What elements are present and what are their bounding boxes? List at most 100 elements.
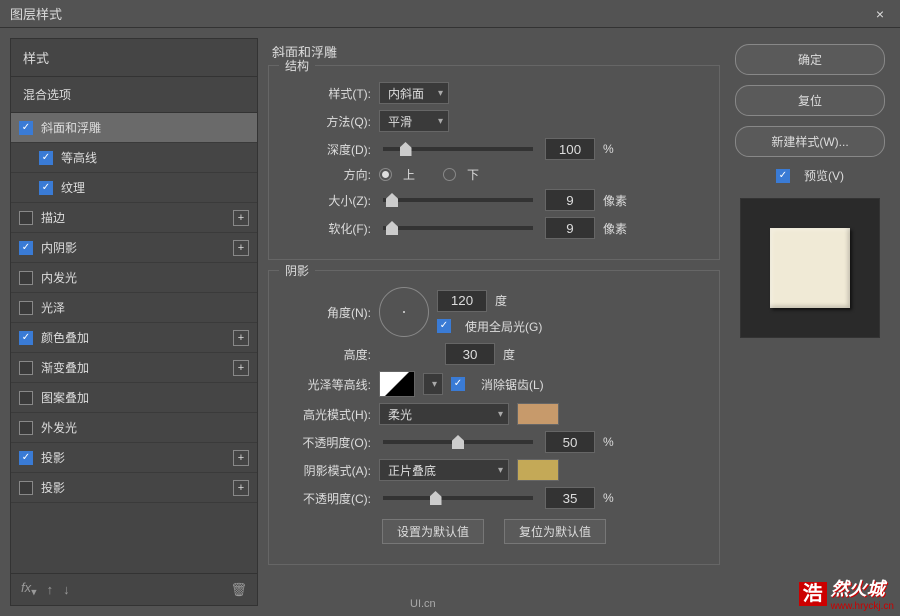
preview-checkbox[interactable]: [776, 169, 790, 183]
style-select[interactable]: 内斜面: [379, 82, 449, 104]
settings-panel: 斜面和浮雕 结构 样式(T): 内斜面 方法(Q): 平滑 深度(D): % 方…: [268, 38, 720, 606]
depth-input[interactable]: [545, 138, 595, 160]
highlight-opacity-slider[interactable]: [383, 440, 533, 444]
altitude-label: 高度:: [281, 346, 371, 363]
shading-legend: 阴影: [279, 262, 315, 279]
style-item-8[interactable]: 渐变叠加+: [11, 353, 257, 383]
style-item-label: 等高线: [61, 149, 249, 166]
altitude-input[interactable]: [445, 343, 495, 365]
ui-logo: UI.cn: [410, 598, 436, 610]
style-item-label: 斜面和浮雕: [41, 119, 249, 136]
angle-label: 角度(N):: [281, 304, 371, 321]
move-up-icon[interactable]: ↑: [47, 582, 54, 597]
technique-select[interactable]: 平滑: [379, 110, 449, 132]
antialias-checkbox[interactable]: [451, 377, 465, 391]
reset-button[interactable]: 复位: [735, 85, 885, 116]
style-item-7[interactable]: 颜色叠加+: [11, 323, 257, 353]
gloss-contour[interactable]: [379, 371, 415, 397]
style-checkbox[interactable]: [19, 241, 33, 255]
new-style-button[interactable]: 新建样式(W)...: [735, 126, 885, 157]
angle-wheel[interactable]: [379, 287, 429, 337]
add-effect-button[interactable]: +: [233, 480, 249, 496]
technique-label: 方法(Q):: [281, 113, 371, 130]
style-item-12[interactable]: 投影+: [11, 473, 257, 503]
depth-label: 深度(D):: [281, 141, 371, 158]
shadow-opacity-slider[interactable]: [383, 496, 533, 500]
style-item-9[interactable]: 图案叠加: [11, 383, 257, 413]
blending-options[interactable]: 混合选项: [11, 77, 257, 113]
style-item-label: 渐变叠加: [41, 359, 233, 376]
style-item-1[interactable]: 等高线: [11, 143, 257, 173]
style-item-label: 投影: [41, 449, 233, 466]
angle-input[interactable]: [437, 290, 487, 312]
preview-box: [740, 198, 880, 338]
highlight-opacity-input[interactable]: [545, 431, 595, 453]
style-item-2[interactable]: 纹理: [11, 173, 257, 203]
style-item-label: 描边: [41, 209, 233, 226]
trash-icon[interactable]: 🗑: [230, 582, 247, 598]
direction-label: 方向:: [281, 166, 371, 183]
structure-legend: 结构: [279, 57, 315, 74]
highlight-opacity-label: 不透明度(O):: [281, 434, 371, 451]
style-item-5[interactable]: 内发光: [11, 263, 257, 293]
style-item-label: 内发光: [41, 269, 249, 286]
style-item-10[interactable]: 外发光: [11, 413, 257, 443]
gloss-contour-menu[interactable]: [423, 373, 443, 395]
add-effect-button[interactable]: +: [233, 450, 249, 466]
style-checkbox[interactable]: [19, 391, 33, 405]
shadow-opacity-input[interactable]: [545, 487, 595, 509]
size-slider[interactable]: [383, 198, 533, 202]
add-effect-button[interactable]: +: [233, 330, 249, 346]
close-button[interactable]: ×: [870, 4, 890, 24]
soften-label: 软化(F):: [281, 220, 371, 237]
style-checkbox[interactable]: [19, 481, 33, 495]
style-checkbox[interactable]: [19, 301, 33, 315]
add-effect-button[interactable]: +: [233, 240, 249, 256]
style-item-3[interactable]: 描边+: [11, 203, 257, 233]
style-label: 样式(T):: [281, 85, 371, 102]
highlight-mode-label: 高光模式(H):: [281, 406, 371, 423]
styles-header[interactable]: 样式: [11, 39, 257, 77]
soften-input[interactable]: [545, 217, 595, 239]
add-effect-button[interactable]: +: [233, 360, 249, 376]
style-item-label: 光泽: [41, 299, 249, 316]
styles-footer: fx▾ ↑ ↓ 🗑: [11, 573, 257, 605]
style-item-label: 图案叠加: [41, 389, 249, 406]
style-checkbox[interactable]: [19, 331, 33, 345]
highlight-color-swatch[interactable]: [517, 403, 559, 425]
structure-group: 结构 样式(T): 内斜面 方法(Q): 平滑 深度(D): % 方向: 上: [268, 65, 720, 260]
style-checkbox[interactable]: [19, 121, 33, 135]
style-item-4[interactable]: 内阴影+: [11, 233, 257, 263]
style-checkbox[interactable]: [19, 451, 33, 465]
gloss-label: 光泽等高线:: [281, 376, 371, 393]
shadow-mode-select[interactable]: 正片叠底: [379, 459, 509, 481]
size-input[interactable]: [545, 189, 595, 211]
styles-panel: 样式 混合选项 斜面和浮雕等高线纹理描边+内阴影+内发光光泽颜色叠加+渐变叠加+…: [10, 38, 258, 606]
style-item-0[interactable]: 斜面和浮雕: [11, 113, 257, 143]
dialog-body: 样式 混合选项 斜面和浮雕等高线纹理描边+内阴影+内发光光泽颜色叠加+渐变叠加+…: [0, 28, 900, 616]
add-effect-button[interactable]: +: [233, 210, 249, 226]
style-item-6[interactable]: 光泽: [11, 293, 257, 323]
style-checkbox[interactable]: [19, 271, 33, 285]
style-checkbox[interactable]: [39, 181, 53, 195]
section-title: 斜面和浮雕: [268, 42, 720, 61]
style-item-11[interactable]: 投影+: [11, 443, 257, 473]
ok-button[interactable]: 确定: [735, 44, 885, 75]
move-down-icon[interactable]: ↓: [63, 582, 70, 597]
style-checkbox[interactable]: [19, 211, 33, 225]
direction-up-radio[interactable]: [379, 168, 392, 181]
highlight-mode-select[interactable]: 柔光: [379, 403, 509, 425]
soften-slider[interactable]: [383, 226, 533, 230]
style-checkbox[interactable]: [19, 421, 33, 435]
style-checkbox[interactable]: [39, 151, 53, 165]
global-light-checkbox[interactable]: [437, 319, 451, 333]
shadow-color-swatch[interactable]: [517, 459, 559, 481]
depth-slider[interactable]: [383, 147, 533, 151]
fx-icon[interactable]: fx▾: [21, 580, 37, 599]
style-checkbox[interactable]: [19, 361, 33, 375]
direction-down-radio[interactable]: [443, 168, 456, 181]
make-default-button[interactable]: 设置为默认值: [382, 519, 484, 544]
reset-default-button[interactable]: 复位为默认值: [504, 519, 606, 544]
action-panel: 确定 复位 新建样式(W)... 预览(V): [730, 38, 890, 606]
shadow-opacity-label: 不透明度(C):: [281, 490, 371, 507]
